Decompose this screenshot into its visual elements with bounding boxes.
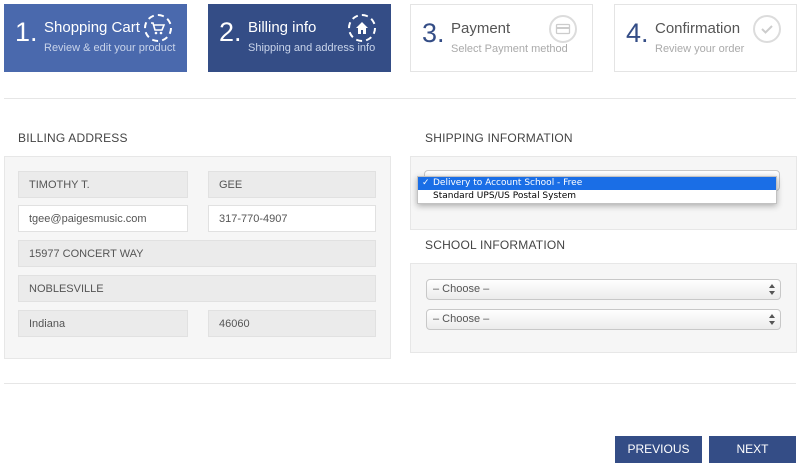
step-confirmation[interactable]: 4. Confirmation Review your order: [614, 4, 797, 72]
school-information-title: SCHOOL INFORMATION: [425, 238, 566, 252]
step-title: Payment: [451, 20, 511, 37]
cart-icon: [144, 14, 172, 42]
step-subtitle: Shipping and address info: [248, 42, 376, 54]
updown-arrows-icon: [769, 284, 775, 295]
option-label: Delivery to Account School - Free: [433, 178, 583, 188]
updown-arrows-icon: [769, 314, 775, 325]
school-panel: [410, 263, 797, 353]
first-name-field[interactable]: TIMOTHY T.: [18, 171, 188, 198]
checkmark-icon: ✓: [422, 178, 430, 188]
billing-address-title: BILLING ADDRESS: [18, 131, 128, 145]
city-field[interactable]: NOBLESVILLE: [18, 275, 376, 302]
email-field[interactable]: tgee@paigesmusic.com: [18, 205, 188, 232]
step-number: 1.: [15, 17, 38, 47]
shipping-method-dropdown: ✓ Delivery to Account School - Free Stan…: [417, 176, 777, 204]
last-name-field[interactable]: GEE: [208, 171, 376, 198]
previous-button[interactable]: PREVIOUS: [615, 436, 702, 463]
step-number: 3.: [422, 18, 445, 48]
next-button[interactable]: NEXT: [709, 436, 796, 463]
shipping-information-title: SHIPPING INFORMATION: [425, 131, 573, 145]
step-number: 2.: [219, 17, 242, 47]
address-field[interactable]: 15977 CONCERT WAY: [18, 240, 376, 267]
step-payment[interactable]: 3. Payment Select Payment method: [410, 4, 593, 72]
credit-card-icon: [549, 15, 577, 43]
school-select-2[interactable]: – Choose –: [426, 309, 781, 330]
check-icon: [753, 15, 781, 43]
school-select-1-value: – Choose –: [433, 283, 490, 295]
school-select-2-value: – Choose –: [433, 313, 490, 325]
divider: [4, 98, 796, 99]
step-subtitle: Review your order: [655, 43, 745, 55]
step-title: Billing info: [248, 19, 317, 36]
step-billing-info[interactable]: 2. Billing info Shipping and address inf…: [208, 4, 391, 72]
step-subtitle: Select Payment method: [451, 43, 568, 55]
step-title: Shopping Cart: [44, 19, 140, 36]
zip-field[interactable]: 46060: [208, 310, 376, 337]
step-number: 4.: [626, 18, 649, 48]
step-shopping-cart[interactable]: 1. Shopping Cart Review & edit your prod…: [4, 4, 187, 72]
divider: [4, 383, 796, 384]
shipping-option-standard[interactable]: Standard UPS/US Postal System: [418, 190, 776, 203]
option-label: Standard UPS/US Postal System: [433, 191, 576, 201]
state-field[interactable]: Indiana: [18, 310, 188, 337]
shipping-option-delivery[interactable]: ✓ Delivery to Account School - Free: [418, 177, 776, 190]
home-icon: [348, 14, 376, 42]
phone-field[interactable]: 317-770-4907: [208, 205, 376, 232]
step-title: Confirmation: [655, 20, 741, 37]
school-select-1[interactable]: – Choose –: [426, 279, 781, 300]
step-subtitle: Review & edit your product: [44, 42, 176, 54]
